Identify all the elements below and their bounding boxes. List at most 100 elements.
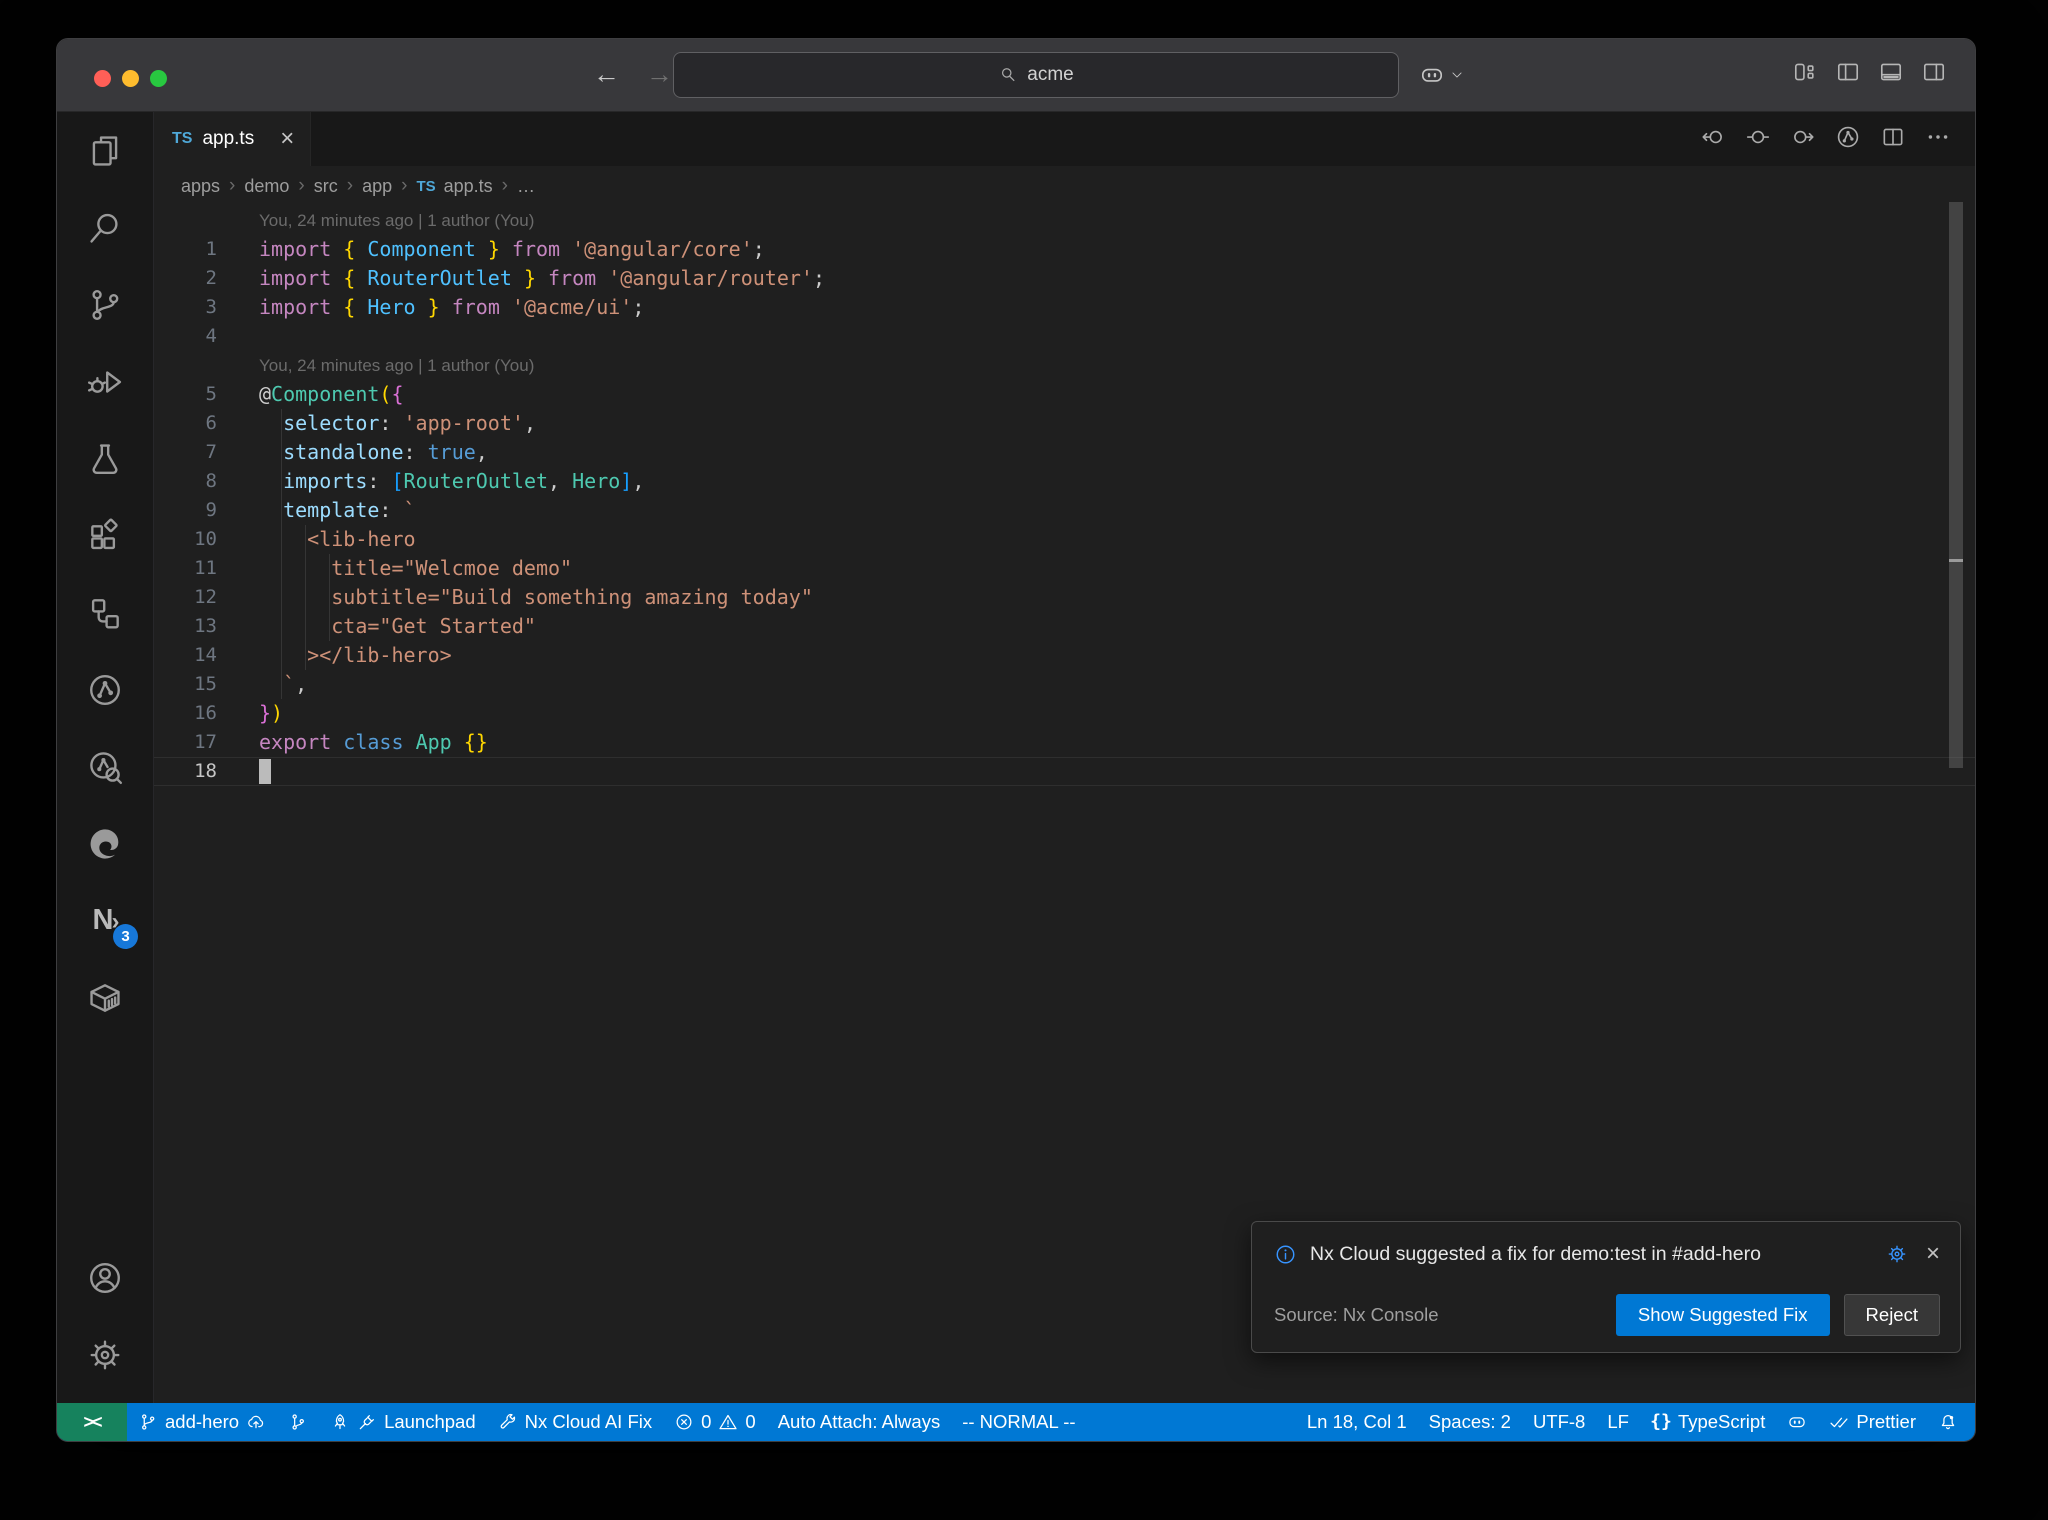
window-minimize-button[interactable] bbox=[122, 70, 139, 87]
code-token: ) bbox=[271, 701, 284, 725]
sidebar-item-containers[interactable] bbox=[57, 959, 153, 1036]
gear-icon[interactable] bbox=[1886, 1243, 1908, 1265]
sidebar-item-accounts[interactable] bbox=[57, 1239, 153, 1316]
status-item-commit-graph[interactable] bbox=[277, 1403, 319, 1441]
indent-guide bbox=[281, 467, 283, 496]
breadcrumb-item-demo[interactable]: demo bbox=[244, 176, 289, 197]
breadcrumb-item-src[interactable]: src bbox=[314, 176, 338, 197]
code-token: : bbox=[379, 498, 404, 522]
code-line-3[interactable]: 3 import { Hero } from '@acme/ui'; bbox=[154, 293, 1975, 322]
breadcrumb-item-app.ts[interactable]: TS app.ts bbox=[416, 176, 492, 197]
navigate-forward-button[interactable] bbox=[1790, 124, 1816, 155]
show-suggested-fix-button[interactable]: Show Suggested Fix bbox=[1615, 1294, 1830, 1336]
window-close-button[interactable] bbox=[94, 70, 111, 87]
code-line-15[interactable]: 15 `, bbox=[154, 670, 1975, 699]
code-line-17[interactable]: 17 export class App {} bbox=[154, 728, 1975, 757]
code-token: from bbox=[451, 295, 500, 319]
nav-current-icon bbox=[1745, 124, 1771, 150]
code-line-1[interactable]: 1 import { Component } from '@angular/cor… bbox=[154, 235, 1975, 264]
status-item-auto-attach[interactable]: Auto Attach: Always bbox=[767, 1403, 951, 1441]
code-line-5[interactable]: 5 @Component({ bbox=[154, 380, 1975, 409]
code-token: selector bbox=[283, 411, 380, 435]
navigate-current-button[interactable] bbox=[1745, 124, 1771, 155]
sidebar-item-explorer[interactable] bbox=[57, 112, 153, 189]
status-item-prettier[interactable]: Prettier bbox=[1818, 1403, 1927, 1441]
window-zoom-button[interactable] bbox=[150, 70, 167, 87]
status-item-vim-mode[interactable]: -- NORMAL -- bbox=[951, 1403, 1086, 1441]
line-number: 11 bbox=[194, 557, 217, 579]
reject-button[interactable]: Reject bbox=[1843, 1294, 1940, 1336]
tab-app-ts[interactable]: TS app.ts × bbox=[154, 112, 312, 166]
status-item-cursor-position[interactable]: Ln 18, Col 1 bbox=[1296, 1403, 1418, 1441]
code-line-11[interactable]: 11 title="Welcmoe demo" bbox=[154, 554, 1975, 583]
sidebar-item-testing[interactable] bbox=[57, 420, 153, 497]
copilot-menu[interactable] bbox=[1419, 39, 1464, 110]
status-label: 0 bbox=[701, 1411, 712, 1432]
status-item-nx-cloud-ai-fix[interactable]: Nx Cloud AI Fix bbox=[487, 1403, 664, 1441]
sidebar-item-run-and-debug[interactable] bbox=[57, 343, 153, 420]
code-line-10[interactable]: 10 <lib-hero bbox=[154, 525, 1975, 554]
code-line-13[interactable]: 13 cta="Get Started" bbox=[154, 612, 1975, 641]
breadcrumb-separator: › bbox=[501, 175, 508, 196]
status-item-launchpad[interactable]: Launchpad bbox=[319, 1403, 487, 1441]
code-line-2[interactable]: 2 import { RouterOutlet } from '@angular/… bbox=[154, 264, 1975, 293]
sidebar-item-edge-devtools[interactable] bbox=[57, 805, 153, 882]
status-item-copilot-status[interactable] bbox=[1776, 1403, 1818, 1441]
code-content: }) bbox=[259, 699, 283, 728]
code-line-6[interactable]: 6 selector: 'app-root', bbox=[154, 409, 1975, 438]
code-line-16[interactable]: 16}) bbox=[154, 699, 1975, 728]
code-line-8[interactable]: 8 imports: [RouterOutlet, Hero], bbox=[154, 467, 1975, 496]
indent-guide bbox=[281, 554, 283, 583]
go-forward-button[interactable]: → bbox=[646, 59, 673, 90]
sidebar-item-commit-search[interactable] bbox=[57, 728, 153, 805]
code-line-18[interactable]: 18 bbox=[154, 757, 1975, 786]
toggle-panel-button[interactable] bbox=[1878, 59, 1904, 90]
status-label: Spaces: 2 bbox=[1428, 1411, 1511, 1432]
toggle-primary-sidebar-button[interactable] bbox=[1835, 59, 1861, 90]
status-item-notifications-bell[interactable] bbox=[1927, 1403, 1969, 1441]
toast-buttons: Show Suggested Fix Reject bbox=[1615, 1294, 1940, 1336]
code-line-4[interactable]: 4 bbox=[154, 322, 1975, 351]
code-line-12[interactable]: 12 subtitle="Build something amazing tod… bbox=[154, 583, 1975, 612]
navigate-back-button[interactable] bbox=[1700, 124, 1726, 155]
status-item-git-branch[interactable]: add-hero bbox=[127, 1403, 277, 1441]
sidebar-item-git-graph[interactable] bbox=[57, 651, 153, 728]
breadcrumb-item-[interactable]: … bbox=[517, 176, 535, 197]
sidebar-item-extensions[interactable] bbox=[57, 497, 153, 574]
split-editor-button[interactable] bbox=[1880, 124, 1906, 155]
toggle-secondary-sidebar-button[interactable] bbox=[1921, 59, 1947, 90]
status-label: Auto Attach: Always bbox=[777, 1411, 941, 1432]
status-item-indentation[interactable]: Spaces: 2 bbox=[1418, 1403, 1522, 1441]
status-item-eol[interactable]: LF bbox=[1596, 1403, 1640, 1441]
code-token: } bbox=[523, 266, 536, 290]
close-icon[interactable]: × bbox=[1926, 1242, 1940, 1266]
status-item-encoding[interactable]: UTF-8 bbox=[1522, 1403, 1596, 1441]
remote-indicator[interactable]: >< bbox=[57, 1403, 127, 1441]
breadcrumb-item-app[interactable]: app bbox=[362, 176, 392, 197]
more-actions-button[interactable] bbox=[1925, 124, 1951, 155]
tab-close-icon[interactable]: × bbox=[280, 127, 294, 151]
customize-layout-button[interactable] bbox=[1792, 59, 1818, 90]
code-rows: You, 24 minutes ago | 1 author (You) 1 imp… bbox=[154, 206, 1975, 786]
command-center-search[interactable]: acme bbox=[673, 52, 1399, 98]
code-token: template bbox=[283, 498, 380, 522]
code-token: : bbox=[379, 411, 404, 435]
editor-scrollbar[interactable] bbox=[1949, 202, 1963, 768]
sidebar-item-manage-settings[interactable] bbox=[57, 1316, 153, 1393]
code-token: RouterOutlet bbox=[367, 266, 512, 290]
sidebar-item-type-hierarchy[interactable] bbox=[57, 574, 153, 651]
code-line-7[interactable]: 7 standalone: true, bbox=[154, 438, 1975, 467]
nav-back-icon bbox=[1700, 124, 1726, 150]
code-line-9[interactable]: 9 template: ` bbox=[154, 496, 1975, 525]
sidebar-item-nx-console[interactable]: N› 3 bbox=[57, 882, 153, 959]
go-back-button[interactable]: ← bbox=[593, 59, 620, 90]
status-item-language-mode[interactable]: {} TypeScript bbox=[1640, 1403, 1776, 1441]
nx-graph-view-button[interactable] bbox=[1835, 124, 1861, 155]
sidebar-item-search[interactable] bbox=[57, 189, 153, 266]
status-item-problems[interactable]: 00 bbox=[663, 1403, 767, 1441]
sidebar-item-source-control[interactable] bbox=[57, 266, 153, 343]
code-line-14[interactable]: 14 ></lib-hero> bbox=[154, 641, 1975, 670]
breadcrumb-item-apps[interactable]: apps bbox=[181, 176, 220, 197]
